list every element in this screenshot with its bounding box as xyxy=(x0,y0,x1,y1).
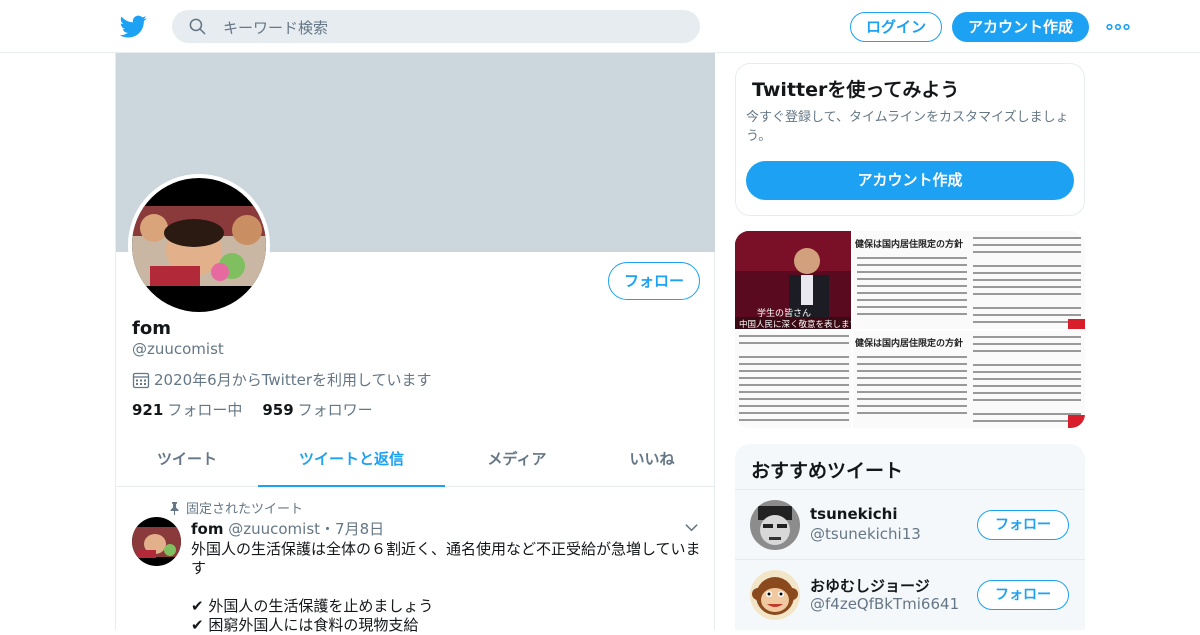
tweet-line: ✔ 外国人の生活保護を止めましょう xyxy=(191,597,434,615)
pinned-label-text: 固定されたツイート xyxy=(186,502,304,517)
recommended-user-handle[interactable]: @tsunekichi13 xyxy=(810,525,921,543)
chevron-down-icon[interactable] xyxy=(684,520,699,535)
search-input[interactable]: キーワード検索 xyxy=(223,17,328,38)
tab-tweets[interactable]: ツイート xyxy=(116,434,258,487)
tweet-header: fom @zuucomist・7月8日 xyxy=(191,518,384,539)
tweet-author-name[interactable]: fom xyxy=(191,520,223,538)
recommended-tweets-card: おすすめツイート tsunekichi @tsunekichi13 フォロー お… xyxy=(735,444,1085,630)
followers-label: フォロワー xyxy=(297,401,373,419)
recommended-user-name[interactable]: tsunekichi xyxy=(810,505,897,523)
recommended-user-row[interactable]: おゆむしジョージ @f4zeQfBkTmi6641 フォロー xyxy=(735,559,1085,629)
profile-handle: @zuucomist xyxy=(132,340,224,358)
tweet-author-handle[interactable]: @zuucomist xyxy=(228,520,320,538)
tweet-author-avatar[interactable] xyxy=(132,517,181,566)
recommended-user-name[interactable]: おゆむしジョージ xyxy=(810,575,930,596)
recommended-user-row[interactable]: tsunekichi @tsunekichi13 フォロー xyxy=(735,489,1085,559)
media-caption-line1: 学生の皆さん xyxy=(757,307,811,318)
recommended-follow-button[interactable]: フォロー xyxy=(977,580,1069,610)
twitter-logo-icon[interactable] xyxy=(120,13,147,40)
media-headline: 健保は国内居住限定の方針 xyxy=(855,238,963,249)
profile-column: フォロー fom @zuucomist 2020年6月からTwitterを利用し… xyxy=(115,53,715,634)
tab-media[interactable]: メディア xyxy=(445,434,589,487)
search-icon xyxy=(189,18,206,35)
login-button[interactable]: ログイン xyxy=(850,12,942,42)
profile-tabs: ツイート ツイートと返信 メディア いいね xyxy=(116,434,715,487)
tweet-line: ✔ 困窮外国人には食料の現物支給 xyxy=(191,616,419,634)
recommended-follow-button[interactable]: フォロー xyxy=(977,510,1069,540)
joined-text: 2020年6月からTwitterを利用しています xyxy=(154,371,432,389)
avatar-monkey-face xyxy=(750,570,800,620)
signup-create-account-button[interactable]: アカウント作成 xyxy=(746,161,1074,200)
tweet-line: す xyxy=(191,559,207,577)
media-thumbnails: 学生の皆さん 中国人民に深く敬意を表します 健保は国内居住限定の方針 健保は国内… xyxy=(735,231,1085,428)
create-account-button[interactable]: アカウント作成 xyxy=(952,12,1089,42)
calendar-icon xyxy=(132,372,150,389)
signup-description: 今すぐ登録して、タイムラインをカスタマイズしましょう。 xyxy=(746,110,1069,144)
followers-count: 959 xyxy=(262,401,294,419)
recommended-user-avatar[interactable] xyxy=(750,570,800,620)
profile-joined-date: 2020年6月からTwitterを利用しています xyxy=(132,369,432,390)
tweet-date[interactable]: ・7月8日 xyxy=(320,520,384,538)
profile-name: fom xyxy=(132,318,171,339)
followers-link[interactable]: 959 フォロワー xyxy=(262,401,372,419)
recommended-user-handle[interactable]: @f4zeQfBkTmi6641 xyxy=(810,595,959,613)
following-label: フォロー中 xyxy=(167,401,243,419)
media-caption-line2: 中国人民に深く敬意を表します xyxy=(739,319,858,329)
follow-button[interactable]: フォロー xyxy=(608,262,700,300)
avatar-manga-face xyxy=(750,500,800,550)
tab-likes[interactable]: いいね xyxy=(589,434,715,487)
media-headline: 健保は国内居住限定の方針 xyxy=(855,337,963,348)
tab-tweets-and-replies[interactable]: ツイートと返信 xyxy=(258,434,445,487)
tweet-line xyxy=(191,578,701,597)
search-bar[interactable]: キーワード検索 xyxy=(172,10,700,43)
tweet-text: 外国人の生活保護は全体の６割近く、通名使用など不正受給が急増していま す ✔ 外… xyxy=(191,540,701,635)
pinned-tweet-label: 固定されたツイート xyxy=(169,498,303,517)
avatar-photo xyxy=(132,178,266,312)
more-options-icon[interactable] xyxy=(1106,22,1130,32)
signup-card: Twitterを使ってみよう 今すぐ登録して、タイムラインをカスタマイズしましょ… xyxy=(735,63,1085,216)
media-grid[interactable]: 学生の皆さん 中国人民に深く敬意を表します 健保は国内居住限定の方針 健保は国内… xyxy=(735,231,1085,428)
pin-icon xyxy=(170,502,179,515)
following-link[interactable]: 921 フォロー中 xyxy=(132,401,242,419)
recommended-user-avatar[interactable] xyxy=(750,500,800,550)
profile-avatar[interactable] xyxy=(128,174,270,316)
signup-title: Twitterを使ってみよう xyxy=(752,79,960,101)
top-navigation-bar: キーワード検索 ログイン アカウント作成 xyxy=(0,0,1200,53)
recommended-title: おすすめツイート xyxy=(751,460,904,482)
tweet-avatar-photo xyxy=(132,517,181,566)
following-count: 921 xyxy=(132,401,164,419)
profile-stats: 921 フォロー中 959 フォロワー xyxy=(132,399,373,420)
tweet-line: 外国人の生活保護は全体の６割近く、通名使用など不正受給が急増していま xyxy=(191,540,701,558)
